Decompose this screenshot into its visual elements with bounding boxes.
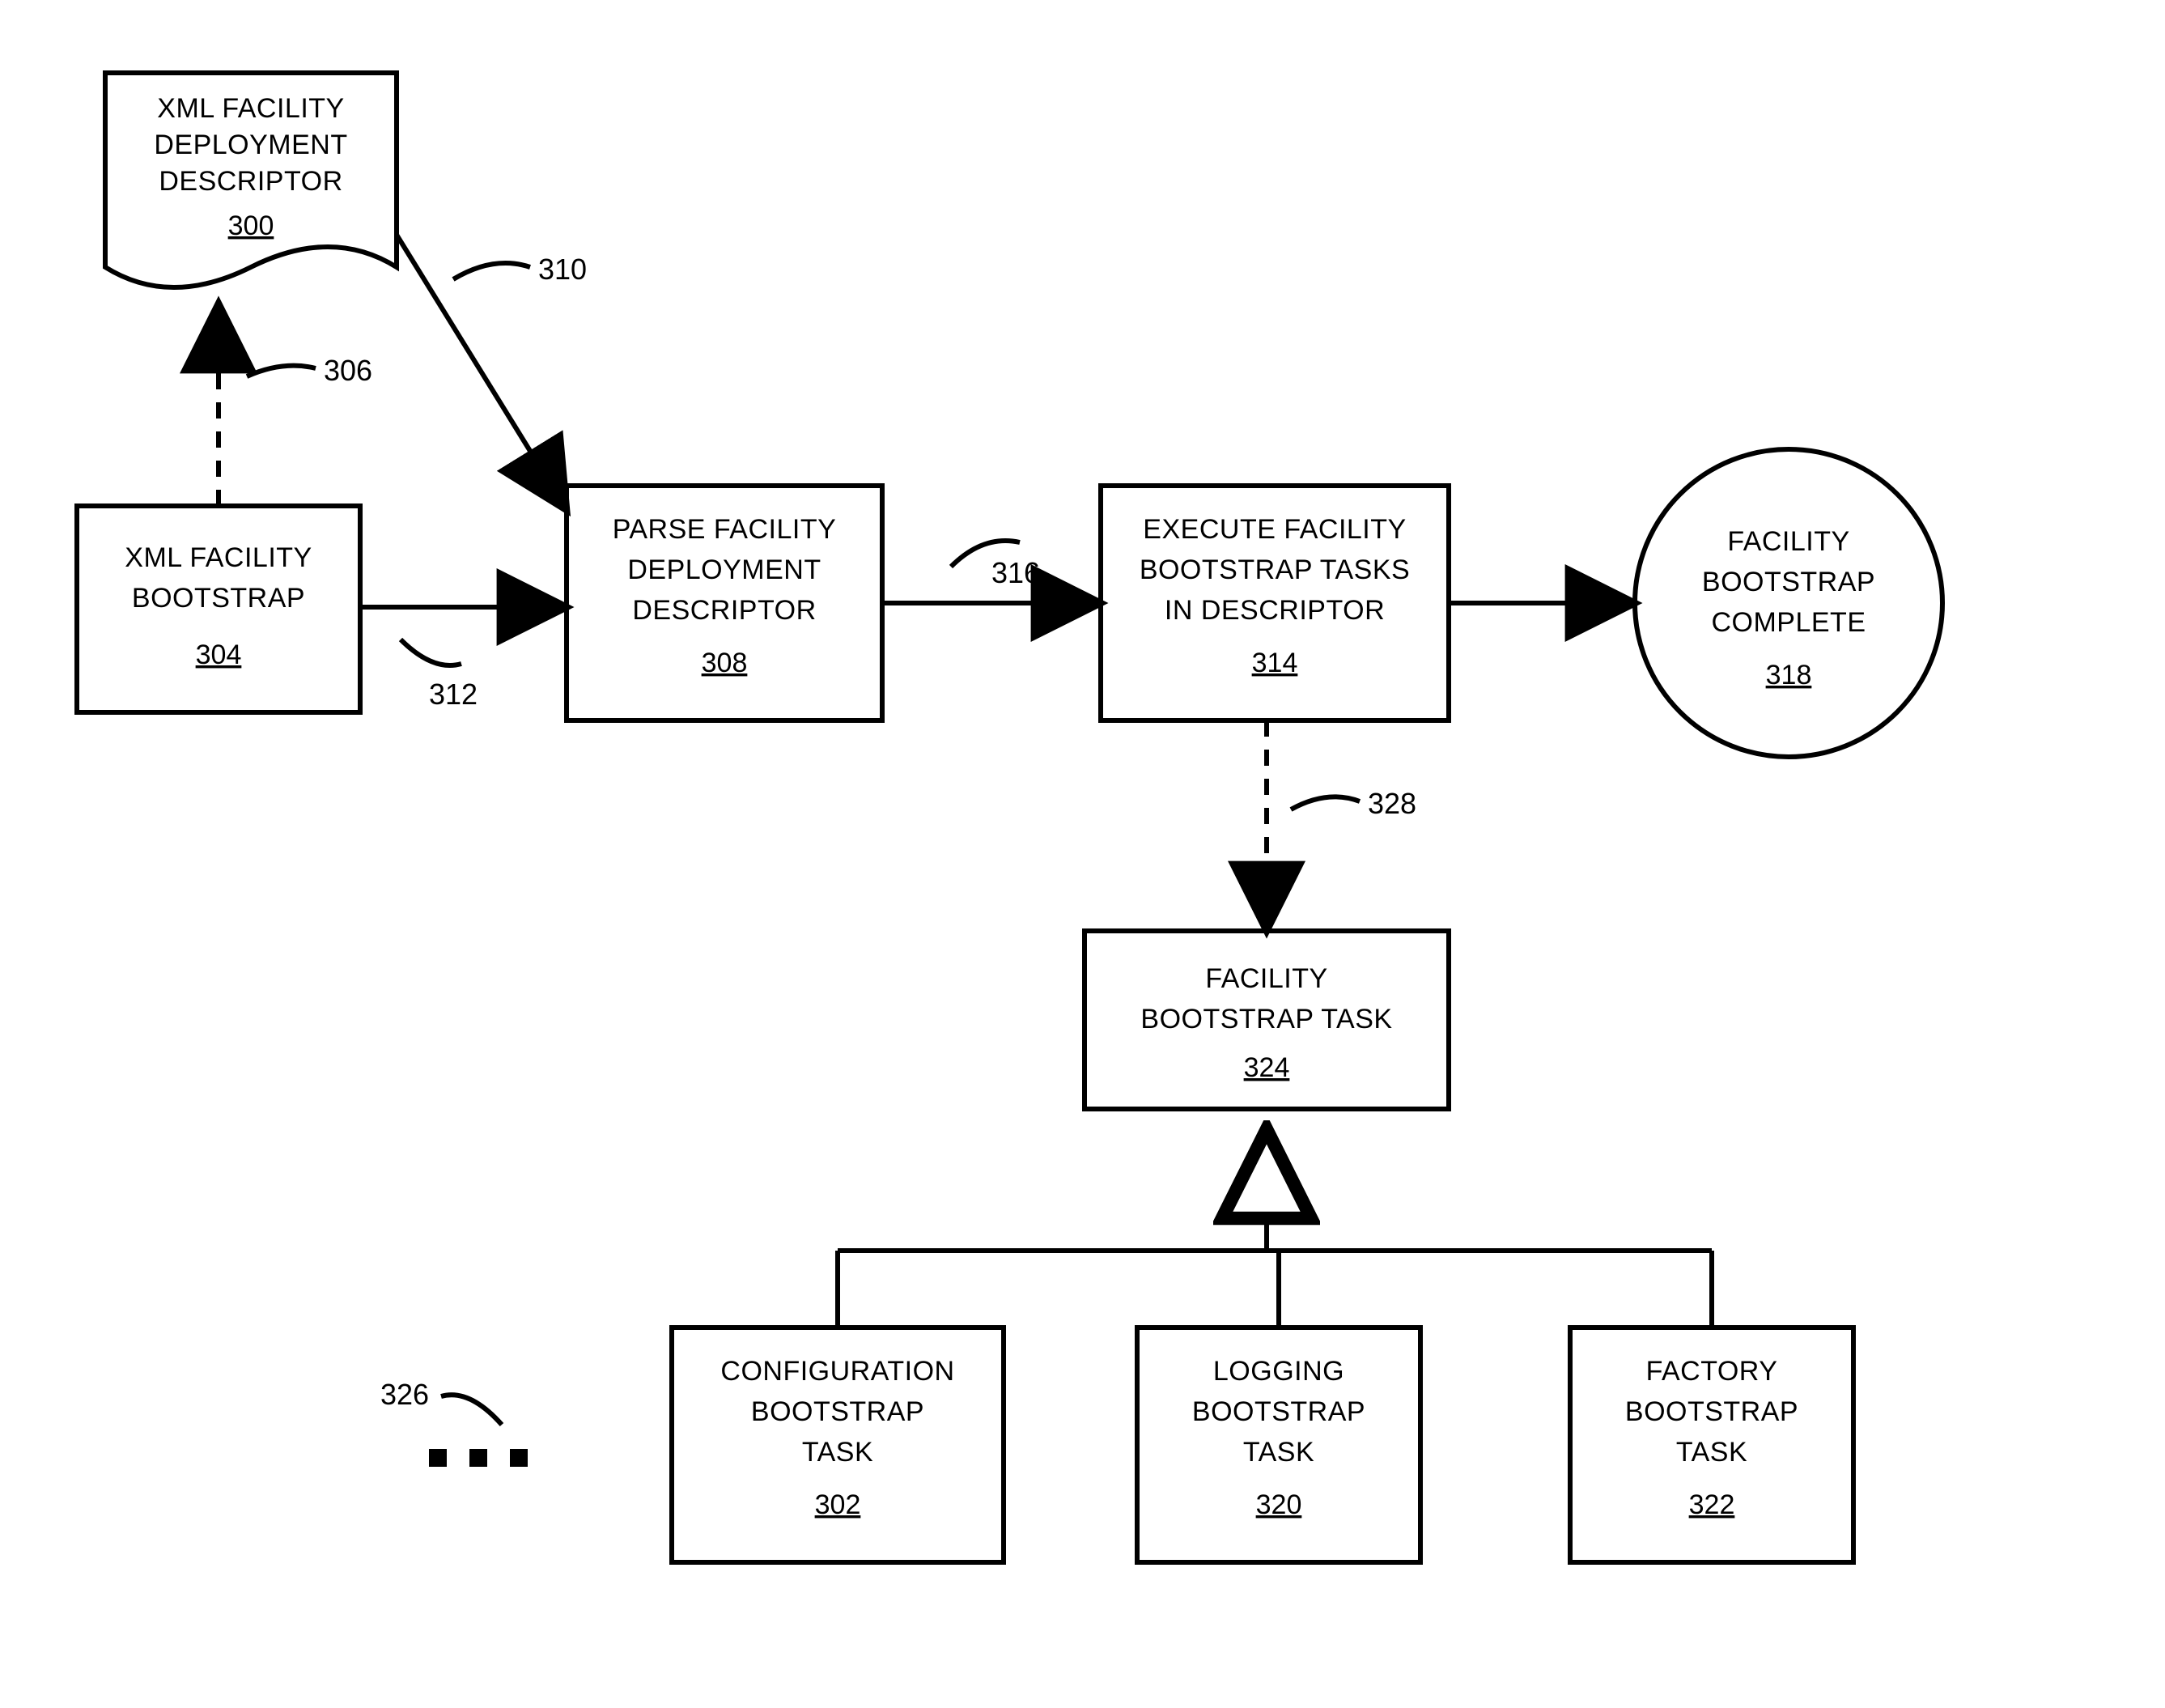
node-324-line2: BOOTSTRAP TASK — [1140, 1004, 1392, 1035]
node-314-line2: BOOTSTRAP TASKS — [1140, 554, 1410, 585]
leader-312 — [401, 639, 461, 665]
node-308-ref: 308 — [702, 648, 748, 678]
node-300-line2: DEPLOYMENT — [154, 130, 347, 160]
node-308-line3: DESCRIPTOR — [632, 595, 816, 626]
node-execute-facility-bootstrap-tasks: EXECUTE FACILITY BOOTSTRAP TASKS IN DESC… — [1101, 486, 1449, 720]
node-314-line1: EXECUTE FACILITY — [1143, 514, 1406, 545]
callout-326: 326 — [380, 1378, 429, 1411]
node-300-line1: XML FACILITY — [157, 93, 344, 124]
flow-diagram: XML FACILITY DEPLOYMENT DESCRIPTOR 300 X… — [0, 0, 2165, 1708]
node-302-line2: BOOTSTRAP — [751, 1396, 924, 1427]
node-322-ref: 322 — [1689, 1489, 1735, 1520]
node-308-line2: DEPLOYMENT — [627, 554, 821, 585]
node-322-line2: BOOTSTRAP — [1625, 1396, 1798, 1427]
node-factory-bootstrap-task: FACTORY BOOTSTRAP TASK 322 — [1570, 1328, 1853, 1562]
node-logging-bootstrap-task: LOGGING BOOTSTRAP TASK 320 — [1137, 1328, 1420, 1562]
leader-328 — [1291, 797, 1360, 809]
node-324-line1: FACILITY — [1205, 963, 1327, 994]
node-324-ref: 324 — [1244, 1052, 1290, 1083]
node-322-line3: TASK — [1676, 1437, 1747, 1468]
callout-310: 310 — [538, 253, 587, 286]
node-304-line2: BOOTSTRAP — [132, 583, 305, 614]
node-320-line2: BOOTSTRAP — [1192, 1396, 1365, 1427]
node-314-ref: 314 — [1252, 648, 1298, 678]
node-318-line2: BOOTSTRAP — [1702, 567, 1875, 597]
node-320-line1: LOGGING — [1213, 1356, 1344, 1387]
node-facility-bootstrap-task: FACILITY BOOTSTRAP TASK 324 — [1085, 931, 1449, 1109]
node-304-line1: XML FACILITY — [125, 542, 312, 573]
node-parse-facility-deployment-descriptor: PARSE FACILITY DEPLOYMENT DESCRIPTOR 308 — [567, 486, 882, 720]
node-308-line1: PARSE FACILITY — [613, 514, 837, 545]
node-318-line1: FACILITY — [1727, 526, 1849, 557]
node-302-line3: TASK — [802, 1437, 873, 1468]
node-facility-bootstrap-complete: FACILITY BOOTSTRAP COMPLETE 318 — [1635, 449, 1942, 757]
node-314-line3: IN DESCRIPTOR — [1165, 595, 1385, 626]
callout-312: 312 — [429, 678, 478, 711]
node-322-line1: FACTORY — [1646, 1356, 1778, 1387]
node-configuration-bootstrap-task: CONFIGURATION BOOTSTRAP TASK 302 — [672, 1328, 1004, 1562]
node-xml-facility-bootstrap: XML FACILITY BOOTSTRAP 304 — [77, 506, 360, 712]
node-300-line3: DESCRIPTOR — [159, 166, 342, 197]
node-302-ref: 302 — [815, 1489, 861, 1520]
node-318-line3: COMPLETE — [1711, 607, 1866, 638]
node-304-ref: 304 — [196, 639, 242, 670]
node-320-ref: 320 — [1256, 1489, 1302, 1520]
node-xml-deployment-descriptor: XML FACILITY DEPLOYMENT DESCRIPTOR 300 — [105, 73, 397, 287]
callout-328: 328 — [1368, 787, 1416, 820]
leader-306 — [247, 366, 316, 376]
more-indicator-326: 326 — [380, 1378, 528, 1467]
node-318-ref: 318 — [1766, 660, 1812, 690]
callout-306: 306 — [324, 354, 372, 387]
leader-310 — [453, 263, 530, 279]
node-320-line3: TASK — [1243, 1437, 1314, 1468]
callout-316: 316 — [991, 556, 1040, 589]
node-300-ref: 300 — [228, 210, 274, 241]
node-302-line1: CONFIGURATION — [720, 1356, 954, 1387]
